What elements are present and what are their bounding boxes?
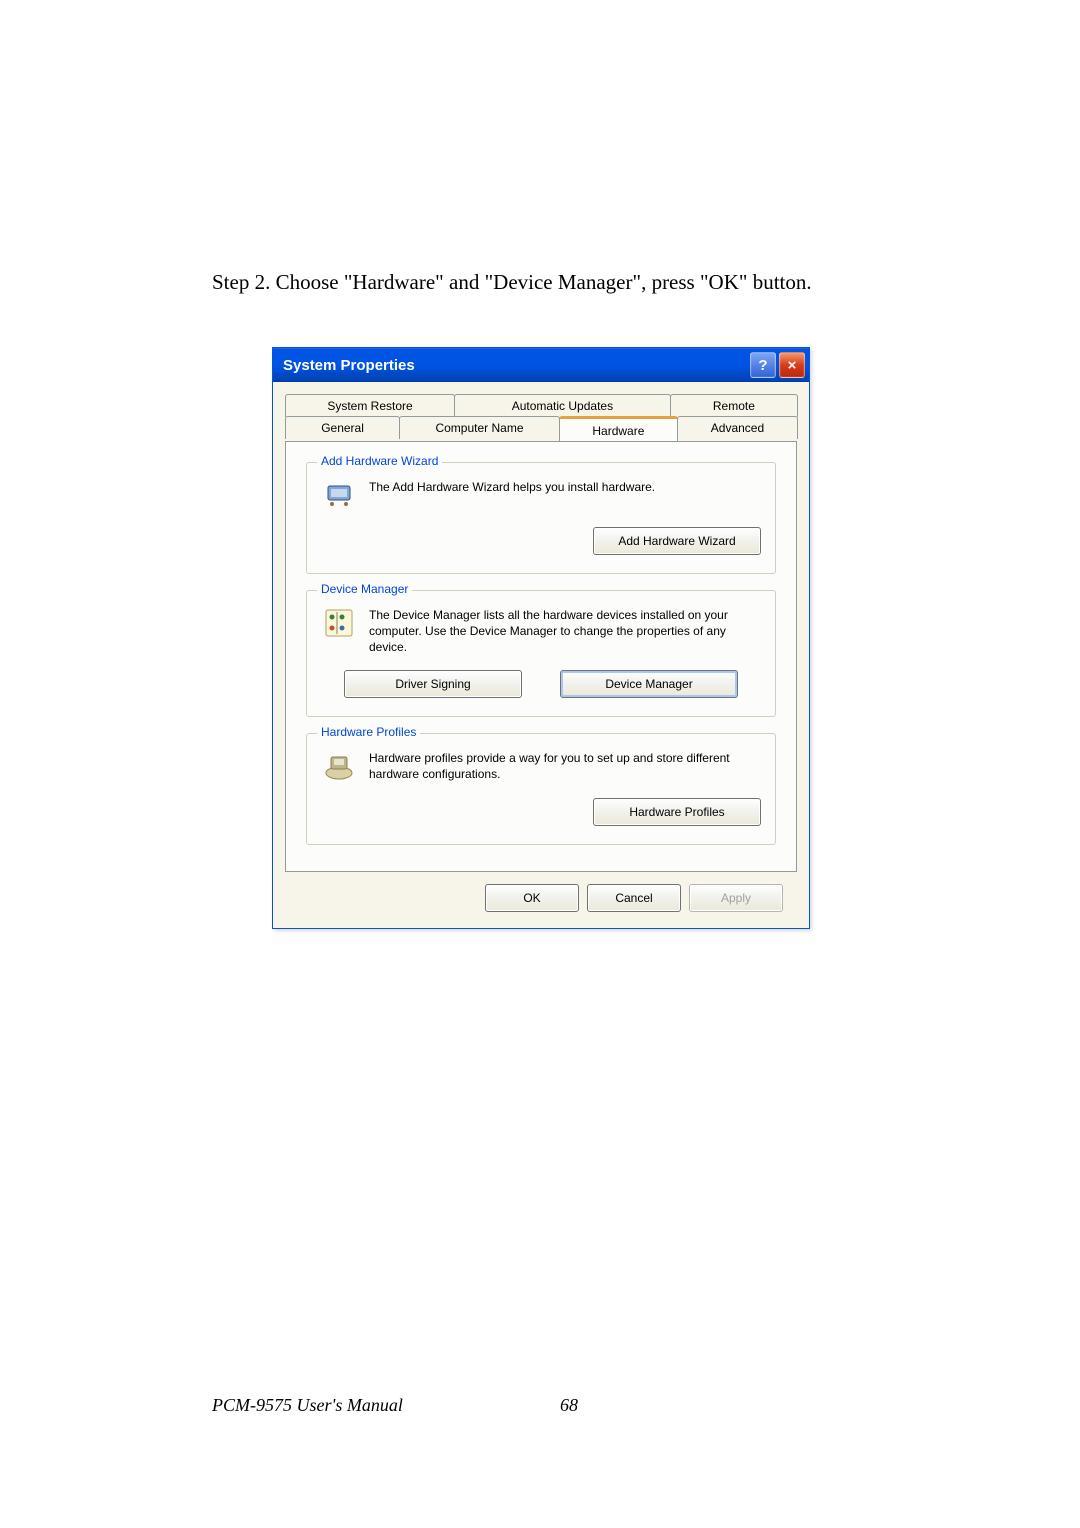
dialog-title: System Properties	[283, 357, 415, 374]
hardware-profiles-button[interactable]: Hardware Profiles	[593, 798, 761, 826]
tab-automatic-updates[interactable]: Automatic Updates	[454, 394, 671, 417]
tab-general[interactable]: General	[285, 416, 400, 439]
tab-advanced[interactable]: Advanced	[677, 416, 798, 439]
hardware-panel: Add Hardware Wizard The Add Hardware Wiz…	[285, 441, 797, 872]
system-properties-dialog: System Properties ? × System Restore Aut…	[272, 347, 810, 929]
dm-text: The Device Manager lists all the hardwar…	[369, 605, 761, 656]
hp-legend: Hardware Profiles	[317, 725, 420, 739]
titlebar: System Properties ? ×	[273, 348, 809, 382]
close-icon[interactable]: ×	[779, 352, 805, 378]
step-instruction: Step 2. Choose "Hardware" and "Device Ma…	[212, 270, 880, 295]
hardware-profiles-group: Hardware Profiles Hardware profiles prov…	[306, 733, 776, 845]
tab-system-restore[interactable]: System Restore	[285, 394, 455, 417]
hardware-chip-icon	[321, 477, 357, 513]
tab-row-back: System Restore Automatic Updates Remote	[285, 394, 797, 417]
help-icon[interactable]: ?	[750, 352, 776, 378]
device-manager-group: Device Manager The	[306, 590, 776, 717]
apply-button[interactable]: Apply	[689, 884, 783, 912]
hp-text: Hardware profiles provide a way for you …	[369, 748, 761, 782]
dm-legend: Device Manager	[317, 582, 412, 596]
footer-page-number: 68	[560, 1395, 578, 1416]
tab-row-front: General Computer Name Hardware Advanced	[285, 416, 797, 442]
footer-manual-title: PCM-9575 User's Manual	[212, 1395, 403, 1416]
tab-remote[interactable]: Remote	[670, 394, 798, 417]
ok-button[interactable]: OK	[485, 884, 579, 912]
ahw-legend: Add Hardware Wizard	[317, 454, 442, 468]
cancel-button[interactable]: Cancel	[587, 884, 681, 912]
profiles-icon	[321, 748, 357, 784]
add-hardware-wizard-group: Add Hardware Wizard The Add Hardware Wiz…	[306, 462, 776, 574]
titlebar-buttons: ? ×	[750, 352, 805, 378]
add-hardware-wizard-button[interactable]: Add Hardware Wizard	[593, 527, 761, 555]
device-tree-icon	[321, 605, 357, 641]
tab-computer-name[interactable]: Computer Name	[399, 416, 560, 439]
ahw-text: The Add Hardware Wizard helps you instal…	[369, 477, 655, 495]
tab-hardware[interactable]: Hardware	[559, 416, 678, 443]
dialog-body: System Restore Automatic Updates Remote …	[273, 382, 809, 928]
dialog-buttons-row: OK Cancel Apply	[285, 872, 797, 912]
device-manager-button[interactable]: Device Manager	[560, 670, 738, 698]
driver-signing-button[interactable]: Driver Signing	[344, 670, 522, 698]
